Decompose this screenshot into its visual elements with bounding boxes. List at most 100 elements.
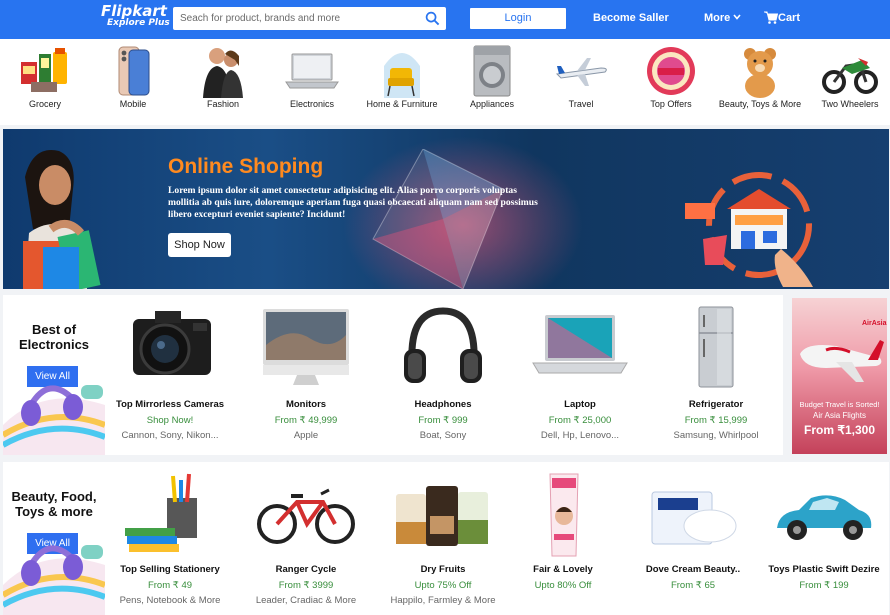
- mobile-icon: [118, 46, 150, 96]
- product-card[interactable]: Toys Plastic Swift Dezire From ₹ 199: [759, 462, 889, 615]
- product-card[interactable]: Refrigerator From ₹ 15,999 Samsung, Whir…: [651, 295, 781, 455]
- electronics-side-panel: Best of Electronics View All: [3, 295, 105, 455]
- category-label: Grocery: [28, 99, 61, 109]
- refrigerator-icon: [698, 306, 734, 388]
- product-brands: Pens, Notebook & More: [119, 595, 221, 606]
- product-price: Shop Now!: [146, 415, 194, 426]
- category-label: Mobile: [119, 99, 147, 109]
- headphones-illustration: [3, 545, 105, 615]
- headphones-illustration: [3, 385, 105, 455]
- product-price: Upto 80% Off: [534, 580, 592, 591]
- logo-tagline: Explore Plus: [107, 18, 170, 28]
- banner-title: Online Shoping: [168, 155, 324, 178]
- hero-banner: Online Shoping Lorem ipsum dolor sit ame…: [3, 129, 889, 289]
- category-label: Electronics: [289, 99, 334, 109]
- product-name: Fair & Lovely: [533, 564, 593, 575]
- product-name: Toys Plastic Swift Dezire: [768, 564, 880, 575]
- product-name: Top Mirrorless Cameras: [115, 399, 225, 410]
- category-appliances[interactable]: Appliances: [447, 39, 537, 125]
- product-card[interactable]: Ranger Cycle From ₹ 3999 Leader, Cradiac…: [241, 462, 371, 615]
- product-brands: Boat, Sony: [419, 430, 467, 441]
- product-card[interactable]: Top Selling Stationery From ₹ 49 Pens, N…: [105, 462, 235, 615]
- category-top-offers[interactable]: Top Offers: [626, 39, 716, 125]
- search-icon[interactable]: [425, 11, 440, 26]
- product-brands: Samsung, Whirlpool: [673, 430, 759, 441]
- product-card[interactable]: Laptop From ₹ 25,000 Dell, Hp, Lenovo...: [515, 295, 645, 455]
- product-name: Dry Fruits: [420, 564, 466, 575]
- become-seller-link[interactable]: Become Saller: [593, 12, 669, 24]
- product-price: From ₹ 199: [799, 580, 849, 591]
- category-beauty-toys[interactable]: Beauty, Toys & More: [715, 39, 805, 125]
- flipkart-logo[interactable]: Flipkart Explore Plus: [101, 4, 170, 29]
- furniture-icon: [384, 53, 420, 98]
- cart-icon[interactable]: [764, 11, 778, 24]
- product-price: From ₹ 15,999: [684, 415, 748, 426]
- product-card[interactable]: Monitors From ₹ 49,999 Apple: [241, 295, 371, 455]
- product-card[interactable]: Top Mirrorless Cameras Shop Now! Cannon,…: [105, 295, 235, 455]
- cycle-icon: [257, 488, 355, 544]
- product-name: Dove Cream Beauty..: [645, 564, 741, 575]
- product-card[interactable]: Dry Fruits Upto 75% Off Happilo, Farmley…: [378, 462, 508, 615]
- appliances-icon: [473, 45, 511, 97]
- product-price: From ₹ 999: [418, 415, 468, 426]
- online-shop-illustration: [685, 172, 813, 287]
- product-price: From ₹ 49: [147, 580, 193, 591]
- product-price: From ₹ 65: [670, 580, 716, 591]
- logo-name: Flipkart: [101, 2, 167, 20]
- product-brands: Leader, Cradiac & More: [255, 595, 357, 606]
- travel-icon: [555, 58, 607, 86]
- cream-tube-icon: [549, 473, 579, 557]
- product-card[interactable]: Headphones From ₹ 999 Boat, Sony: [378, 295, 508, 455]
- grocery-icon: [21, 48, 67, 92]
- stationery-icon: [125, 473, 197, 552]
- chevron-down-icon: [733, 14, 741, 20]
- category-label: Home & Furniture: [366, 99, 438, 109]
- banner-description: Lorem ipsum dolor sit amet consectetur a…: [168, 185, 538, 220]
- monitor-icon: [263, 309, 349, 385]
- more-menu[interactable]: More: [704, 12, 741, 24]
- category-label: Beauty, Toys & More: [718, 99, 802, 109]
- laptop-icon: [532, 315, 628, 374]
- beauty-section: Beauty, Food, Toys & more View All Top S…: [3, 462, 889, 615]
- category-home-furniture[interactable]: Home & Furniture: [357, 39, 447, 125]
- product-brands: Dell, Hp, Lenovo...: [540, 430, 620, 441]
- airplane-image: [800, 340, 884, 382]
- section-title: Beauty, Food, Toys & more: [11, 489, 97, 519]
- search-bar: [173, 7, 446, 30]
- product-card[interactable]: Fair & Lovely Upto 80% Off: [498, 462, 628, 615]
- headphones-icon: [404, 307, 482, 383]
- shopper-woman-image: [23, 150, 101, 289]
- category-two-wheelers[interactable]: Two Wheelers: [805, 39, 890, 125]
- airasia-ad[interactable]: AirAsia Budget Travel is Sorted! Air Asi…: [792, 298, 887, 454]
- product-card[interactable]: Dove Cream Beauty.. From ₹ 65: [628, 462, 758, 615]
- soap-icon: [651, 491, 737, 545]
- category-travel[interactable]: Travel: [536, 39, 626, 125]
- category-mobile[interactable]: Mobile: [88, 39, 178, 125]
- category-electronics[interactable]: Electronics: [267, 39, 357, 125]
- product-price: From ₹ 25,000: [548, 415, 612, 426]
- category-fashion[interactable]: Fashion: [178, 39, 268, 125]
- camera-icon: [133, 311, 211, 375]
- product-name: Headphones: [414, 399, 472, 410]
- category-label: Top Offers: [650, 99, 692, 109]
- electronics-icon: [285, 53, 339, 89]
- shop-now-button[interactable]: Shop Now: [168, 233, 231, 257]
- product-name: Top Selling Stationery: [120, 564, 220, 575]
- fashion-icon: [203, 48, 243, 98]
- search-input[interactable]: [173, 7, 418, 30]
- toys-icon: [744, 48, 776, 98]
- top-navbar: Flipkart Explore Plus Login Become Salle…: [0, 0, 890, 39]
- category-label: Fashion: [206, 99, 240, 109]
- login-button[interactable]: Login: [470, 8, 566, 29]
- section-title: Best of Electronics: [18, 322, 90, 352]
- category-grocery[interactable]: Grocery: [0, 39, 90, 125]
- category-strip: Grocery Mobile Fashion Electronics Home …: [0, 39, 890, 125]
- electronics-section: Best of Electronics View All Top Mirrorl…: [3, 295, 783, 455]
- airasia-logo: AirAsia: [862, 320, 887, 327]
- product-price: From ₹ 3999: [278, 580, 334, 591]
- product-brands: Apple: [293, 430, 319, 441]
- cart-link[interactable]: Cart: [778, 12, 800, 24]
- product-name: Refrigerator: [688, 399, 744, 410]
- dry-fruits-icon: [396, 486, 488, 546]
- category-label: Two Wheelers: [821, 99, 879, 109]
